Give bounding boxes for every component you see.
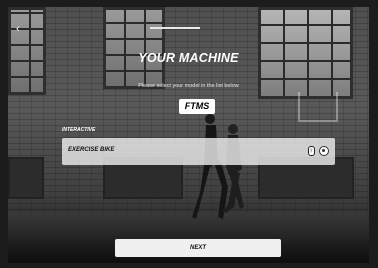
ftms-protocol-badge: FTMS (179, 99, 215, 114)
machine-list-item[interactable]: EXERCISE BIKE ᛒ (62, 138, 335, 165)
back-button[interactable]: ‹ (16, 23, 20, 35)
background-window-center (103, 7, 165, 89)
page-title: YOUR MACHINE (138, 51, 239, 65)
chevron-left-icon: ‹ (16, 23, 20, 35)
background-lower-window (8, 157, 44, 199)
tablet-frame: ‹ YOUR MACHINE Please select your model … (0, 0, 378, 268)
background-arch (298, 92, 338, 122)
section-label-interactive: INTERACTIVE (62, 127, 96, 133)
machine-list-item-label: EXERCISE BIKE (68, 147, 115, 153)
next-button[interactable]: NEXT (115, 239, 281, 257)
bluetooth-icon: ᛒ (308, 146, 315, 156)
app-screen: ‹ YOUR MACHINE Please select your model … (8, 7, 369, 263)
radio-button-selected[interactable] (319, 146, 329, 156)
page-subtitle: Please select your model in the list bel… (138, 83, 239, 89)
title-divider (150, 27, 200, 29)
background-runners-image (192, 114, 244, 219)
ftms-badge-label: FTMS (184, 101, 210, 111)
